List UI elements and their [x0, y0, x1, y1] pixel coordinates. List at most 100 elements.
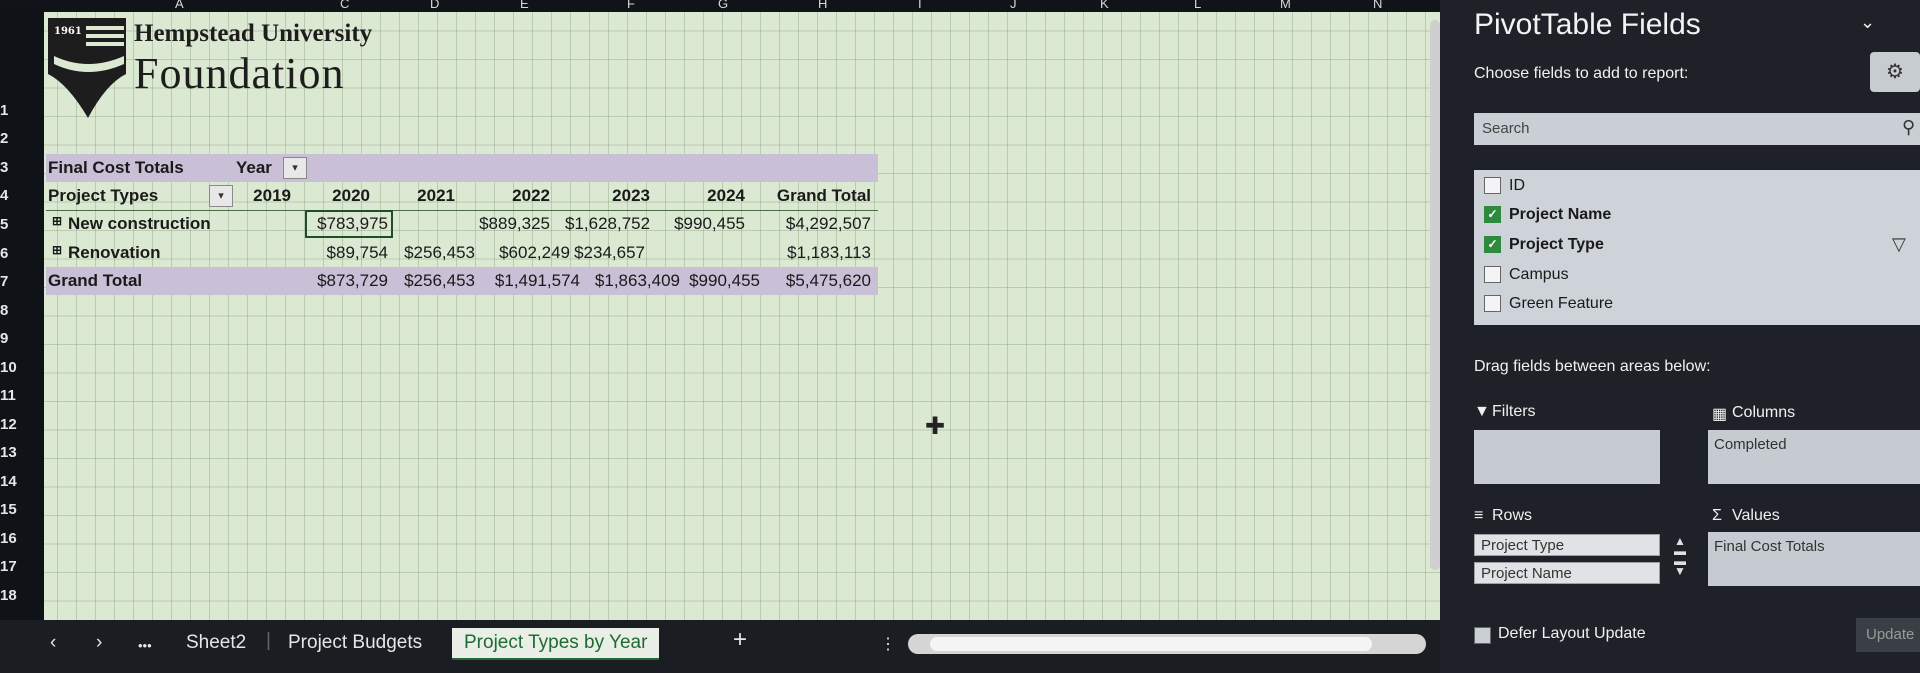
column-header-c[interactable]: C — [340, 0, 349, 11]
values-item-final-cost-totals[interactable]: Final Cost Totals — [1714, 538, 1825, 555]
checkbox-checked-icon[interactable]: ✓ — [1484, 236, 1501, 254]
pivot-cell[interactable]: $89,754 — [300, 243, 388, 263]
pivot-values-label[interactable]: Final Cost Totals — [48, 158, 184, 178]
pivot-cell[interactable]: $990,455 — [665, 271, 760, 291]
row-number[interactable]: 6 — [0, 245, 36, 262]
row-label-renovation[interactable]: Renovation — [68, 243, 161, 263]
pivot-cell[interactable]: $256,453 — [380, 243, 475, 263]
row-number[interactable]: 12 — [0, 416, 36, 433]
pivot-cell[interactable]: $234,657 — [565, 243, 645, 263]
grand-total-header[interactable]: Grand Total — [755, 186, 871, 206]
row-number[interactable]: 1 — [0, 102, 36, 119]
year-header[interactable]: 2021 — [380, 186, 455, 206]
field-search-input[interactable]: Search — [1474, 113, 1920, 145]
rows-item-project-type[interactable]: Project Type — [1474, 534, 1660, 556]
column-header-j[interactable]: J — [1010, 0, 1017, 11]
year-header[interactable]: 2019 — [225, 186, 291, 206]
field-item-project-name[interactable]: ✓ Project Name — [1484, 206, 1611, 224]
rows-area[interactable]: Project Type Project Name — [1474, 532, 1660, 588]
year-header[interactable]: 2022 — [470, 186, 550, 206]
pivot-cell[interactable]: $889,325 — [470, 214, 550, 234]
row-number[interactable]: 5 — [0, 216, 36, 233]
column-header-f[interactable]: F — [627, 0, 635, 11]
defer-layout-checkbox[interactable] — [1474, 627, 1491, 644]
worksheet-grid[interactable]: A C D E F G H I J K L M N 1 2 3 4 5 6 7 … — [0, 0, 1440, 620]
checkbox-checked-icon[interactable]: ✓ — [1484, 206, 1501, 224]
column-header-i[interactable]: I — [918, 0, 922, 11]
column-header-a[interactable]: A — [175, 0, 184, 11]
more-tabs-icon[interactable]: ••• — [138, 638, 152, 653]
column-header-k[interactable]: K — [1100, 0, 1109, 11]
row-number[interactable]: 10 — [0, 359, 36, 376]
row-number[interactable]: 14 — [0, 473, 36, 490]
expand-icon[interactable]: ⊞ — [52, 214, 62, 228]
pivot-cell[interactable]: $256,453 — [380, 271, 475, 291]
row-number[interactable]: 2 — [0, 130, 36, 147]
rows-item-project-name[interactable]: Project Name — [1474, 562, 1660, 584]
pivot-cell[interactable]: $873,729 — [300, 271, 388, 291]
column-header-d[interactable]: D — [430, 0, 439, 11]
search-icon[interactable]: ⚲ — [1902, 117, 1915, 138]
column-header-e[interactable]: E — [520, 0, 529, 11]
field-filter-icon[interactable]: ▽ — [1892, 234, 1906, 255]
active-cell-selection[interactable] — [305, 210, 393, 238]
vertical-scrollbar[interactable] — [1430, 20, 1440, 570]
tab-sheet2[interactable]: Sheet2 — [186, 632, 246, 654]
values-area[interactable]: Final Cost Totals — [1708, 532, 1920, 586]
pane-options-chevron-icon[interactable]: ⌄ — [1860, 12, 1875, 33]
pivot-cell[interactable]: $1,183,113 — [755, 243, 871, 263]
pivot-cell[interactable]: $1,863,409 — [565, 271, 680, 291]
row-number[interactable]: 18 — [0, 587, 36, 604]
tab-splitter-icon[interactable]: ⋮ — [880, 634, 896, 654]
year-filter-dropdown-icon[interactable]: ▾ — [283, 157, 307, 179]
checkbox-icon[interactable] — [1484, 266, 1501, 284]
pivot-cell[interactable]: $1,628,752 — [565, 214, 650, 234]
column-header-m[interactable]: M — [1280, 0, 1291, 11]
row-number[interactable]: 8 — [0, 302, 36, 319]
add-sheet-icon[interactable]: + — [733, 626, 747, 654]
tab-scroll-right-icon[interactable]: › — [96, 632, 102, 654]
update-button[interactable]: Update — [1856, 618, 1920, 652]
row-number[interactable]: 9 — [0, 330, 36, 347]
year-header[interactable]: 2024 — [665, 186, 745, 206]
tab-project-types-by-year[interactable]: Project Types by Year — [452, 628, 660, 660]
row-number[interactable]: 15 — [0, 501, 36, 518]
row-number[interactable]: 13 — [0, 444, 36, 461]
row-number[interactable]: 3 — [0, 159, 36, 176]
column-header-l[interactable]: L — [1194, 0, 1201, 11]
columns-area[interactable]: Completed — [1708, 430, 1920, 484]
row-label-new-construction[interactable]: New construction — [68, 214, 211, 234]
field-item-green-feature[interactable]: Green Feature — [1484, 295, 1613, 313]
checkbox-icon[interactable] — [1484, 295, 1501, 313]
field-item-project-type[interactable]: ✓ Project Type — [1484, 236, 1604, 254]
pivot-columns-label[interactable]: Year — [236, 158, 272, 178]
expand-icon[interactable]: ⊞ — [52, 243, 62, 257]
checkbox-icon[interactable] — [1484, 177, 1501, 195]
row-number[interactable]: 7 — [0, 273, 36, 290]
pivot-cell[interactable]: $4,292,507 — [755, 214, 871, 234]
row-number[interactable]: 17 — [0, 558, 36, 575]
columns-item-completed[interactable]: Completed — [1714, 436, 1787, 453]
field-item-campus[interactable]: Campus — [1484, 266, 1569, 284]
pivot-cell[interactable]: $5,475,620 — [755, 271, 871, 291]
year-header[interactable]: 2023 — [565, 186, 650, 206]
pivot-cell[interactable]: $990,455 — [665, 214, 745, 234]
tab-scroll-left-icon[interactable]: ‹ — [50, 632, 56, 654]
pivot-cell[interactable]: $1,491,574 — [470, 271, 580, 291]
grand-total-label[interactable]: Grand Total — [48, 271, 142, 291]
field-item-id[interactable]: ID — [1484, 177, 1525, 195]
row-number[interactable]: 16 — [0, 530, 36, 547]
gear-icon[interactable]: ⚙ — [1870, 52, 1920, 92]
move-up-down-icon[interactable]: ▲ ▬ ▬ ▼ — [1674, 535, 1688, 577]
row-number[interactable]: 11 — [0, 387, 36, 404]
column-header-h[interactable]: H — [818, 0, 827, 11]
filters-area[interactable] — [1474, 430, 1660, 484]
column-header-n[interactable]: N — [1373, 0, 1382, 11]
horizontal-scroll-thumb[interactable] — [930, 637, 1372, 651]
pivot-rows-label[interactable]: Project Types — [48, 186, 158, 206]
row-number[interactable]: 4 — [0, 187, 36, 204]
horizontal-scrollbar[interactable] — [908, 634, 1426, 654]
column-header-g[interactable]: G — [718, 0, 728, 11]
tab-project-budgets[interactable]: Project Budgets — [288, 632, 422, 654]
year-header[interactable]: 2020 — [300, 186, 370, 206]
